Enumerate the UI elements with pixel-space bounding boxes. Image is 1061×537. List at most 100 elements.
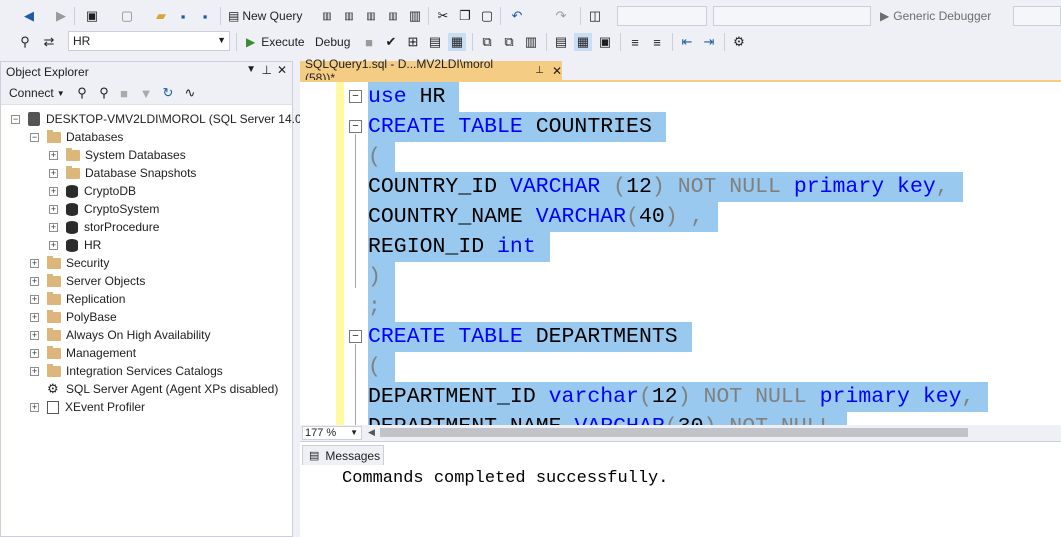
collapse-icon[interactable]: − xyxy=(349,120,362,133)
expand-icon[interactable]: + xyxy=(30,402,39,412)
expand-icon[interactable]: + xyxy=(30,366,39,376)
tree-item-cryptodb[interactable]: + CryptoDB xyxy=(49,182,136,200)
pin-icon[interactable]: ⊥ xyxy=(262,63,272,77)
tree-item-cryptosystem[interactable]: + CryptoSystem xyxy=(49,200,159,218)
client-stats-icon[interactable]: ▥ xyxy=(522,33,540,51)
dropdown-icon[interactable]: ▼ xyxy=(246,64,256,75)
solution-explorer-icon[interactable]: ◫ xyxy=(586,7,604,25)
expand-icon[interactable]: + xyxy=(30,348,39,358)
database-select[interactable]: HR ▼ xyxy=(68,31,230,51)
new-project-icon[interactable]: ▣ xyxy=(83,7,101,25)
query-xmla-icon[interactable]: ▥ xyxy=(362,7,380,25)
expand-icon[interactable]: + xyxy=(49,168,58,178)
expand-icon[interactable]: + xyxy=(49,150,58,160)
tree-item-system-databases[interactable]: + System Databases xyxy=(49,146,186,164)
close-icon[interactable]: ✕ xyxy=(277,63,287,77)
uncomment-icon[interactable]: ≡ xyxy=(648,33,666,51)
scroll-left-icon[interactable]: ◀ xyxy=(368,427,375,438)
intellisense-icon[interactable]: ▦ xyxy=(448,33,466,51)
tree-item-sql-agent[interactable]: ⚙ SQL Server Agent (Agent XPs disabled) xyxy=(47,380,278,398)
expand-icon[interactable]: + xyxy=(49,204,58,214)
parse-icon[interactable]: ✔ xyxy=(382,33,400,51)
target-combo[interactable] xyxy=(1013,6,1061,26)
query-designer-icon[interactable]: ▤ xyxy=(426,33,444,51)
refresh-icon[interactable]: ↻ xyxy=(159,84,177,102)
collapse-icon[interactable]: − xyxy=(30,132,39,142)
query-dmx-icon[interactable]: ▥ xyxy=(340,7,358,25)
display-plan-icon[interactable]: ⊞ xyxy=(404,33,422,51)
query-mdx-icon[interactable]: ▥ xyxy=(318,7,336,25)
activity-monitor-icon[interactable]: ∿ xyxy=(181,84,199,102)
zoom-select[interactable]: 177 % ▼ xyxy=(302,426,362,440)
undo-icon[interactable]: ↶ xyxy=(508,7,526,25)
results-pane: ▤ Messages Commands completed successful… xyxy=(300,441,1061,537)
redo-icon[interactable]: ↷ xyxy=(552,7,570,25)
connect-button[interactable]: Connect ▼ xyxy=(9,84,65,102)
live-stats-icon[interactable]: ⧉ xyxy=(500,33,518,51)
open-file-icon[interactable]: ▰ xyxy=(152,7,170,25)
connect-icon[interactable]: ⚲ xyxy=(16,33,34,51)
collapse-icon[interactable]: − xyxy=(349,330,362,343)
expand-icon[interactable]: + xyxy=(30,294,39,304)
tab-messages[interactable]: ▤ Messages xyxy=(302,445,384,465)
stop-icon[interactable]: ■ xyxy=(360,33,378,51)
close-icon[interactable]: ✕ xyxy=(552,64,562,78)
debug-button[interactable]: Debug xyxy=(315,33,350,51)
filter-icon[interactable]: ▼ xyxy=(137,84,155,102)
tree-item-integration-services[interactable]: + Integration Services Catalogs xyxy=(30,362,223,380)
horizontal-scrollbar[interactable] xyxy=(380,428,968,437)
results-grid-icon[interactable]: ▦ xyxy=(574,33,592,51)
expand-icon[interactable]: + xyxy=(49,240,58,250)
solution-platform-combo[interactable] xyxy=(713,6,871,26)
server-node[interactable]: − DESKTOP-VMV2LDI\MOROL (SQL Server 14.0… xyxy=(11,110,312,128)
expand-icon[interactable]: + xyxy=(49,186,58,196)
debugger-button[interactable]: ▶ Generic Debugger xyxy=(880,7,991,25)
comment-icon[interactable]: ≡ xyxy=(626,33,644,51)
sql-editor[interactable]: − − − use HR CREATE TABLE COUNTRIES ( CO… xyxy=(300,82,1061,425)
stop-icon[interactable]: ■ xyxy=(115,84,133,102)
change-connection-icon[interactable]: ⇄ xyxy=(40,33,58,51)
tree-item-server-objects[interactable]: + Server Objects xyxy=(30,272,145,290)
indent-icon[interactable]: ⇥ xyxy=(700,33,718,51)
tree-item-management[interactable]: + Management xyxy=(30,344,136,362)
back-icon[interactable]: ◀ xyxy=(20,7,38,25)
expand-icon[interactable]: + xyxy=(30,312,39,322)
chevron-down-icon: ▼ xyxy=(217,35,226,45)
add-item-icon[interactable]: ▢ xyxy=(118,7,136,25)
expand-icon[interactable]: + xyxy=(30,276,39,286)
analysis-icon[interactable]: ▥ xyxy=(406,7,424,25)
query-dax-icon[interactable]: ▥ xyxy=(384,7,402,25)
tree-item-databases[interactable]: − Databases xyxy=(30,128,123,146)
copy-icon[interactable]: ❐ xyxy=(456,7,474,25)
solution-config-combo[interactable] xyxy=(617,6,707,26)
specify-values-icon[interactable]: ⚙ xyxy=(730,33,748,51)
include-plan-icon[interactable]: ⧉ xyxy=(478,33,496,51)
collapse-icon[interactable]: − xyxy=(349,90,362,103)
tab-sqlquery1[interactable]: SQLQuery1.sql - D...MV2LDI\morol (58))* … xyxy=(300,57,562,85)
cut-icon[interactable]: ✂ xyxy=(434,7,452,25)
tree-item-replication[interactable]: + Replication xyxy=(30,290,125,308)
save-all-icon[interactable]: ▪ xyxy=(196,7,214,25)
tree-item-hr[interactable]: + HR xyxy=(49,236,101,254)
forward-icon[interactable]: ▶ xyxy=(52,7,70,25)
expand-icon[interactable]: + xyxy=(30,258,39,268)
paste-icon[interactable]: ▢ xyxy=(478,7,496,25)
connect-icon[interactable]: ⚲ xyxy=(73,84,91,102)
outdent-icon[interactable]: ⇤ xyxy=(678,33,696,51)
results-file-icon[interactable]: ▣ xyxy=(596,33,614,51)
tree-item-storprocedure[interactable]: + storProcedure xyxy=(49,218,159,236)
execute-button[interactable]: ▶ Execute xyxy=(246,33,305,51)
pin-icon[interactable]: ⊥ xyxy=(535,65,544,76)
results-text-icon[interactable]: ▤ xyxy=(552,33,570,51)
tree-item-security[interactable]: + Security xyxy=(30,254,109,272)
tree-item-always-on[interactable]: + Always On High Availability xyxy=(30,326,211,344)
expand-icon[interactable]: + xyxy=(49,222,58,232)
disconnect-icon[interactable]: ⚲ xyxy=(95,84,113,102)
tree-item-database-snapshots[interactable]: + Database Snapshots xyxy=(49,164,196,182)
collapse-icon[interactable]: − xyxy=(11,114,20,124)
tree-item-polybase[interactable]: + PolyBase xyxy=(30,308,117,326)
tree-item-xevent-profiler[interactable]: + XEvent Profiler xyxy=(30,398,145,416)
save-icon[interactable]: ▪ xyxy=(174,7,192,25)
expand-icon[interactable]: + xyxy=(30,330,39,340)
new-query-button[interactable]: ▤ New Query xyxy=(228,7,302,25)
